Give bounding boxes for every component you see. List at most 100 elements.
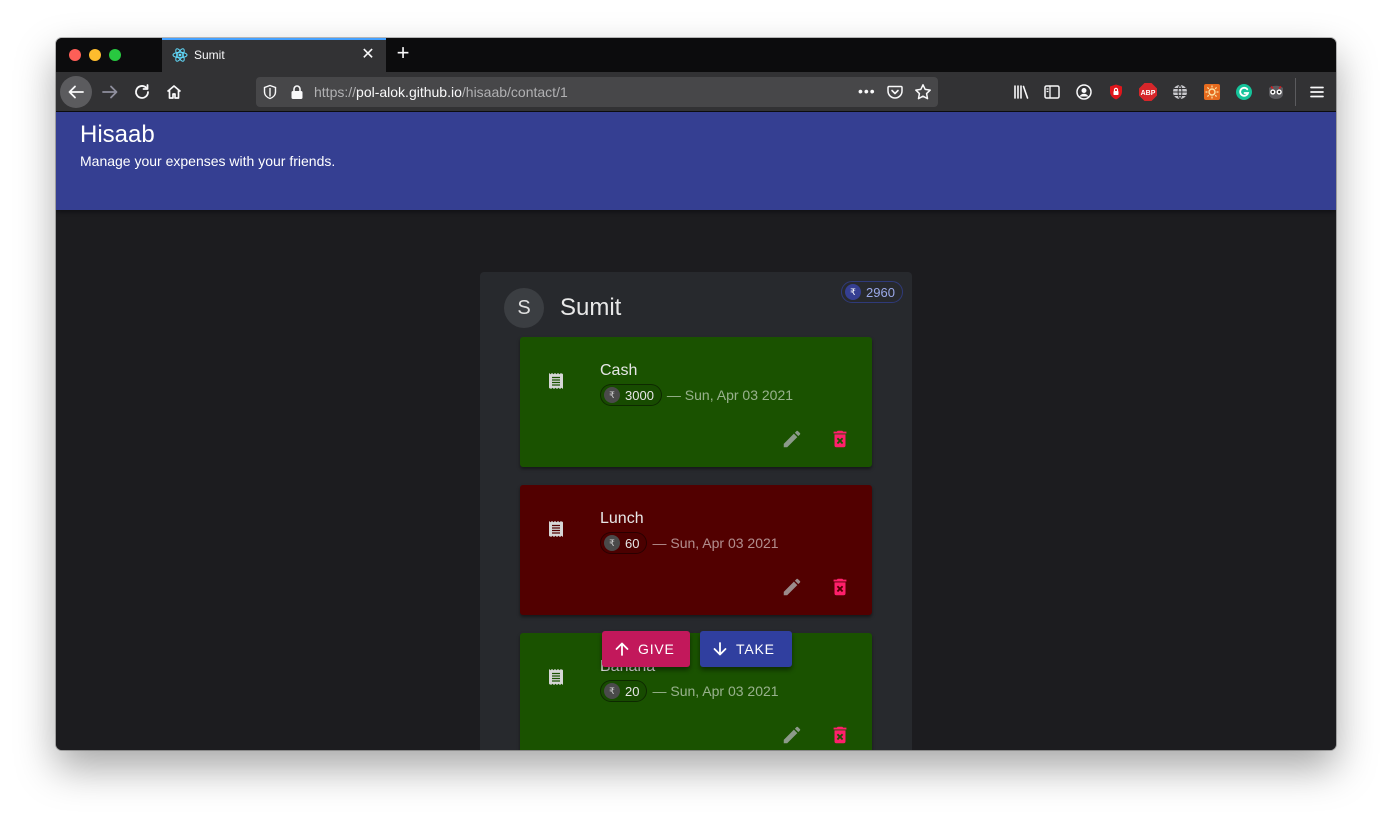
arrow-up-icon	[615, 642, 629, 656]
entry-date: — Sun, Apr 03 2021	[652, 683, 779, 699]
receipt-icon	[549, 521, 563, 537]
amount-value: 60	[625, 535, 640, 551]
delete-button[interactable]	[826, 425, 854, 453]
forward-button[interactable]	[94, 76, 126, 108]
entry-card-cash[interactable]: Cash ₹ 3000 — Sun, Apr 03 2021	[520, 337, 872, 467]
url-scheme: https://	[314, 84, 357, 100]
pencil-icon	[783, 578, 801, 596]
take-label: TAKE	[736, 641, 775, 657]
take-button[interactable]: TAKE	[700, 631, 792, 667]
trash-icon	[833, 726, 847, 744]
receipt-icon	[549, 669, 563, 685]
owl-face-icon	[1269, 85, 1283, 99]
app-header: Hisaab Manage your expenses with your fr…	[56, 112, 1336, 210]
bookmark-star-icon[interactable]	[914, 83, 932, 101]
entry-card-lunch[interactable]: Lunch ₹ 60 — Sun, Apr 03 2021	[520, 485, 872, 615]
contact-card: S Sumit ₹ 2960 Cash ₹ 3000 — Sun, Apr 03…	[480, 272, 912, 750]
entry-date: — Sun, Apr 03 2021	[666, 387, 794, 403]
arrow-down-icon	[713, 642, 727, 656]
extension-glasses-icon[interactable]	[1266, 82, 1286, 102]
page-actions-more-icon[interactable]: •••	[858, 83, 876, 99]
contact-name: Sumit	[560, 294, 622, 321]
globe-glyph-icon	[1173, 84, 1187, 100]
give-button[interactable]: GIVE	[602, 631, 690, 667]
nav-toolbar: https://pol-alok.github.io/hisaab/contac…	[56, 72, 1336, 112]
app-subtitle: Manage your expenses with your friends.	[80, 153, 336, 169]
url-text[interactable]: https://pol-alok.github.io/hisaab/contac…	[314, 84, 568, 100]
toolbar-separator	[1295, 78, 1296, 106]
rupee-icon: ₹	[604, 683, 620, 699]
amount-chip: ₹ 3000	[600, 384, 662, 406]
entry-title: Cash	[600, 362, 638, 379]
grammarly-g-icon	[1236, 84, 1252, 100]
pocket-icon[interactable]	[886, 83, 904, 101]
globe-icon[interactable]	[1170, 82, 1190, 102]
balance-chip: ₹ 2960	[841, 281, 903, 303]
avatar: S	[504, 288, 544, 328]
entry-card-banana[interactable]: Banana ₹ 20 — Sun, Apr 03 2021	[520, 633, 872, 750]
window-close-button[interactable]	[69, 49, 81, 61]
account-glyph-icon	[1076, 84, 1092, 100]
privacy-badger-icon[interactable]	[1106, 82, 1126, 102]
extension-sun-icon[interactable]	[1202, 82, 1222, 102]
library-icon[interactable]	[1011, 82, 1031, 102]
react-favicon-icon	[172, 48, 188, 62]
url-path: /hisaab/contact/1	[461, 84, 568, 100]
give-label: GIVE	[638, 641, 675, 657]
trash-icon	[833, 578, 847, 596]
tab-close-icon[interactable]: ✕	[358, 45, 378, 65]
tracking-shield-icon[interactable]	[262, 84, 278, 100]
entry-meta: ₹ 20 — Sun, Apr 03 2021	[600, 680, 779, 702]
library-glyph-icon	[1014, 85, 1029, 99]
edit-button[interactable]	[778, 721, 806, 749]
tab-sumit[interactable]: Sumit ✕	[162, 38, 386, 72]
menu-icon	[1310, 86, 1324, 98]
app-title: Hisaab	[80, 121, 155, 148]
url-host: pol-alok.github.io	[356, 84, 462, 100]
page-viewport: Hisaab Manage your expenses with your fr…	[56, 112, 1336, 750]
balance-value: 2960	[866, 284, 895, 300]
reload-button[interactable]	[126, 76, 158, 108]
account-icon[interactable]	[1074, 82, 1094, 102]
adblock-plus-icon[interactable]: ABP	[1138, 82, 1158, 102]
amount-chip: ₹ 60	[600, 532, 648, 554]
entry-date: — Sun, Apr 03 2021	[652, 535, 779, 551]
grammarly-icon[interactable]	[1234, 82, 1254, 102]
lock-icon[interactable]	[290, 84, 304, 100]
new-tab-button[interactable]: +	[392, 42, 414, 65]
sidebar-icon[interactable]	[1042, 82, 1062, 102]
tab-title: Sumit	[194, 48, 225, 62]
entry-meta: ₹ 3000 — Sun, Apr 03 2021	[600, 384, 793, 406]
tab-strip: Sumit ✕ +	[56, 38, 1336, 72]
sidebar-glyph-icon	[1044, 85, 1060, 99]
url-bar[interactable]: https://pol-alok.github.io/hisaab/contac…	[256, 77, 938, 107]
rupee-icon: ₹	[604, 387, 620, 403]
home-icon	[166, 85, 182, 99]
edit-button[interactable]	[778, 425, 806, 453]
amount-value: 3000	[625, 387, 654, 403]
amount-value: 20	[625, 683, 640, 699]
rupee-icon: ₹	[845, 284, 861, 300]
entry-title: Lunch	[600, 510, 644, 527]
edit-button[interactable]	[778, 573, 806, 601]
back-arrow-icon	[68, 85, 84, 99]
shield-red-icon	[1110, 84, 1122, 100]
browser-window: Sumit ✕ + https://pol-alok.github.io/his…	[56, 38, 1336, 750]
trash-icon	[833, 430, 847, 448]
entry-meta: ₹ 60 — Sun, Apr 03 2021	[600, 532, 779, 554]
sun-square-icon	[1204, 84, 1220, 100]
hamburger-menu-button[interactable]	[1307, 82, 1327, 102]
pencil-icon	[783, 726, 801, 744]
window-maximize-button[interactable]	[109, 49, 121, 61]
back-button[interactable]	[60, 76, 92, 108]
window-minimize-button[interactable]	[89, 49, 101, 61]
reload-icon	[135, 84, 149, 99]
desktop: Sumit ✕ + https://pol-alok.github.io/his…	[0, 0, 1392, 825]
abp-octagon-icon: ABP	[1139, 83, 1157, 101]
pencil-icon	[783, 430, 801, 448]
amount-chip: ₹ 20	[600, 680, 648, 702]
delete-button[interactable]	[826, 721, 854, 749]
delete-button[interactable]	[826, 573, 854, 601]
receipt-icon	[549, 373, 563, 389]
home-button[interactable]	[158, 76, 190, 108]
